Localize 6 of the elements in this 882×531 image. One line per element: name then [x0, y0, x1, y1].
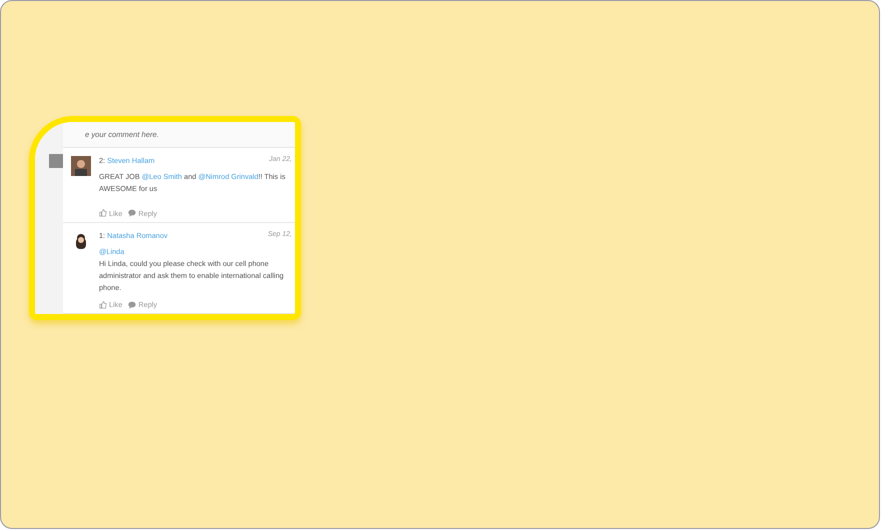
thumbs-up-icon: [99, 209, 107, 218]
avatar-icon: [71, 156, 91, 176]
sidebar-square: [49, 154, 63, 168]
speech-bubble-icon: [128, 300, 136, 308]
thumbs-up-icon: [99, 300, 107, 308]
speech-bubble-icon: [128, 209, 136, 218]
